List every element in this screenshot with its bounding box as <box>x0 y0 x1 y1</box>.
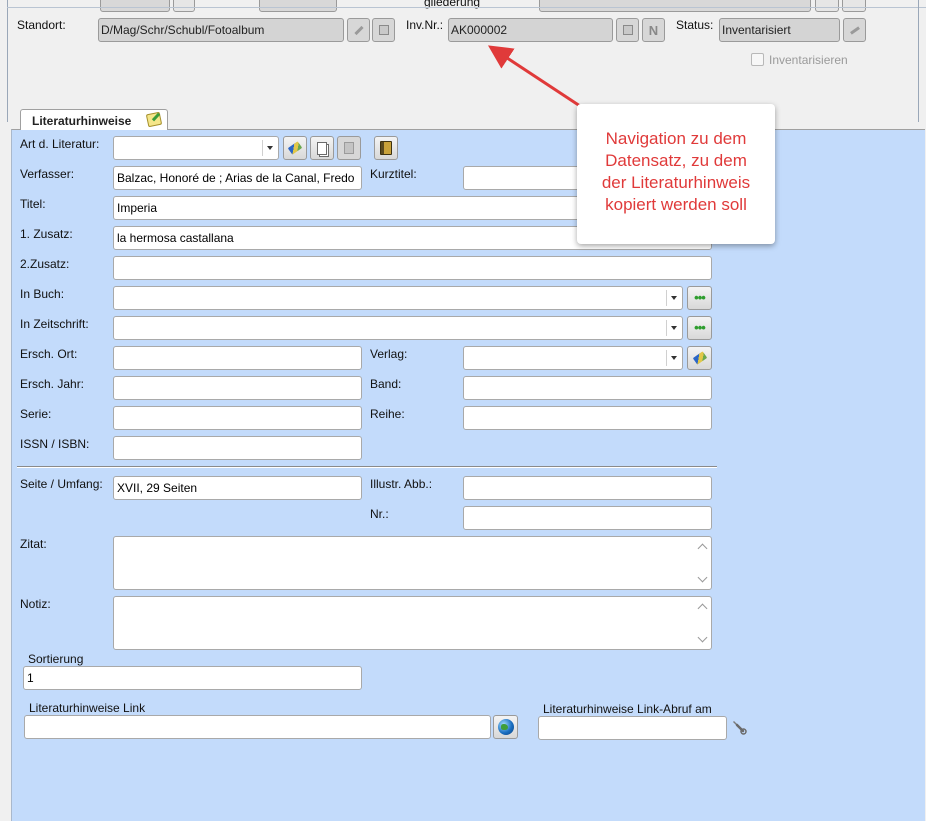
annotation-arrow <box>487 45 581 108</box>
annotation-callout: Navigation zu dem Datensatz, zu dem der … <box>577 104 775 244</box>
callout-line-2: Datensatz, zu dem <box>605 151 747 170</box>
callout-line-4: kopiert werden soll <box>605 195 747 214</box>
callout-line-1: Navigation zu dem <box>605 129 747 148</box>
callout-line-3: der Literaturhinweis <box>601 173 751 192</box>
